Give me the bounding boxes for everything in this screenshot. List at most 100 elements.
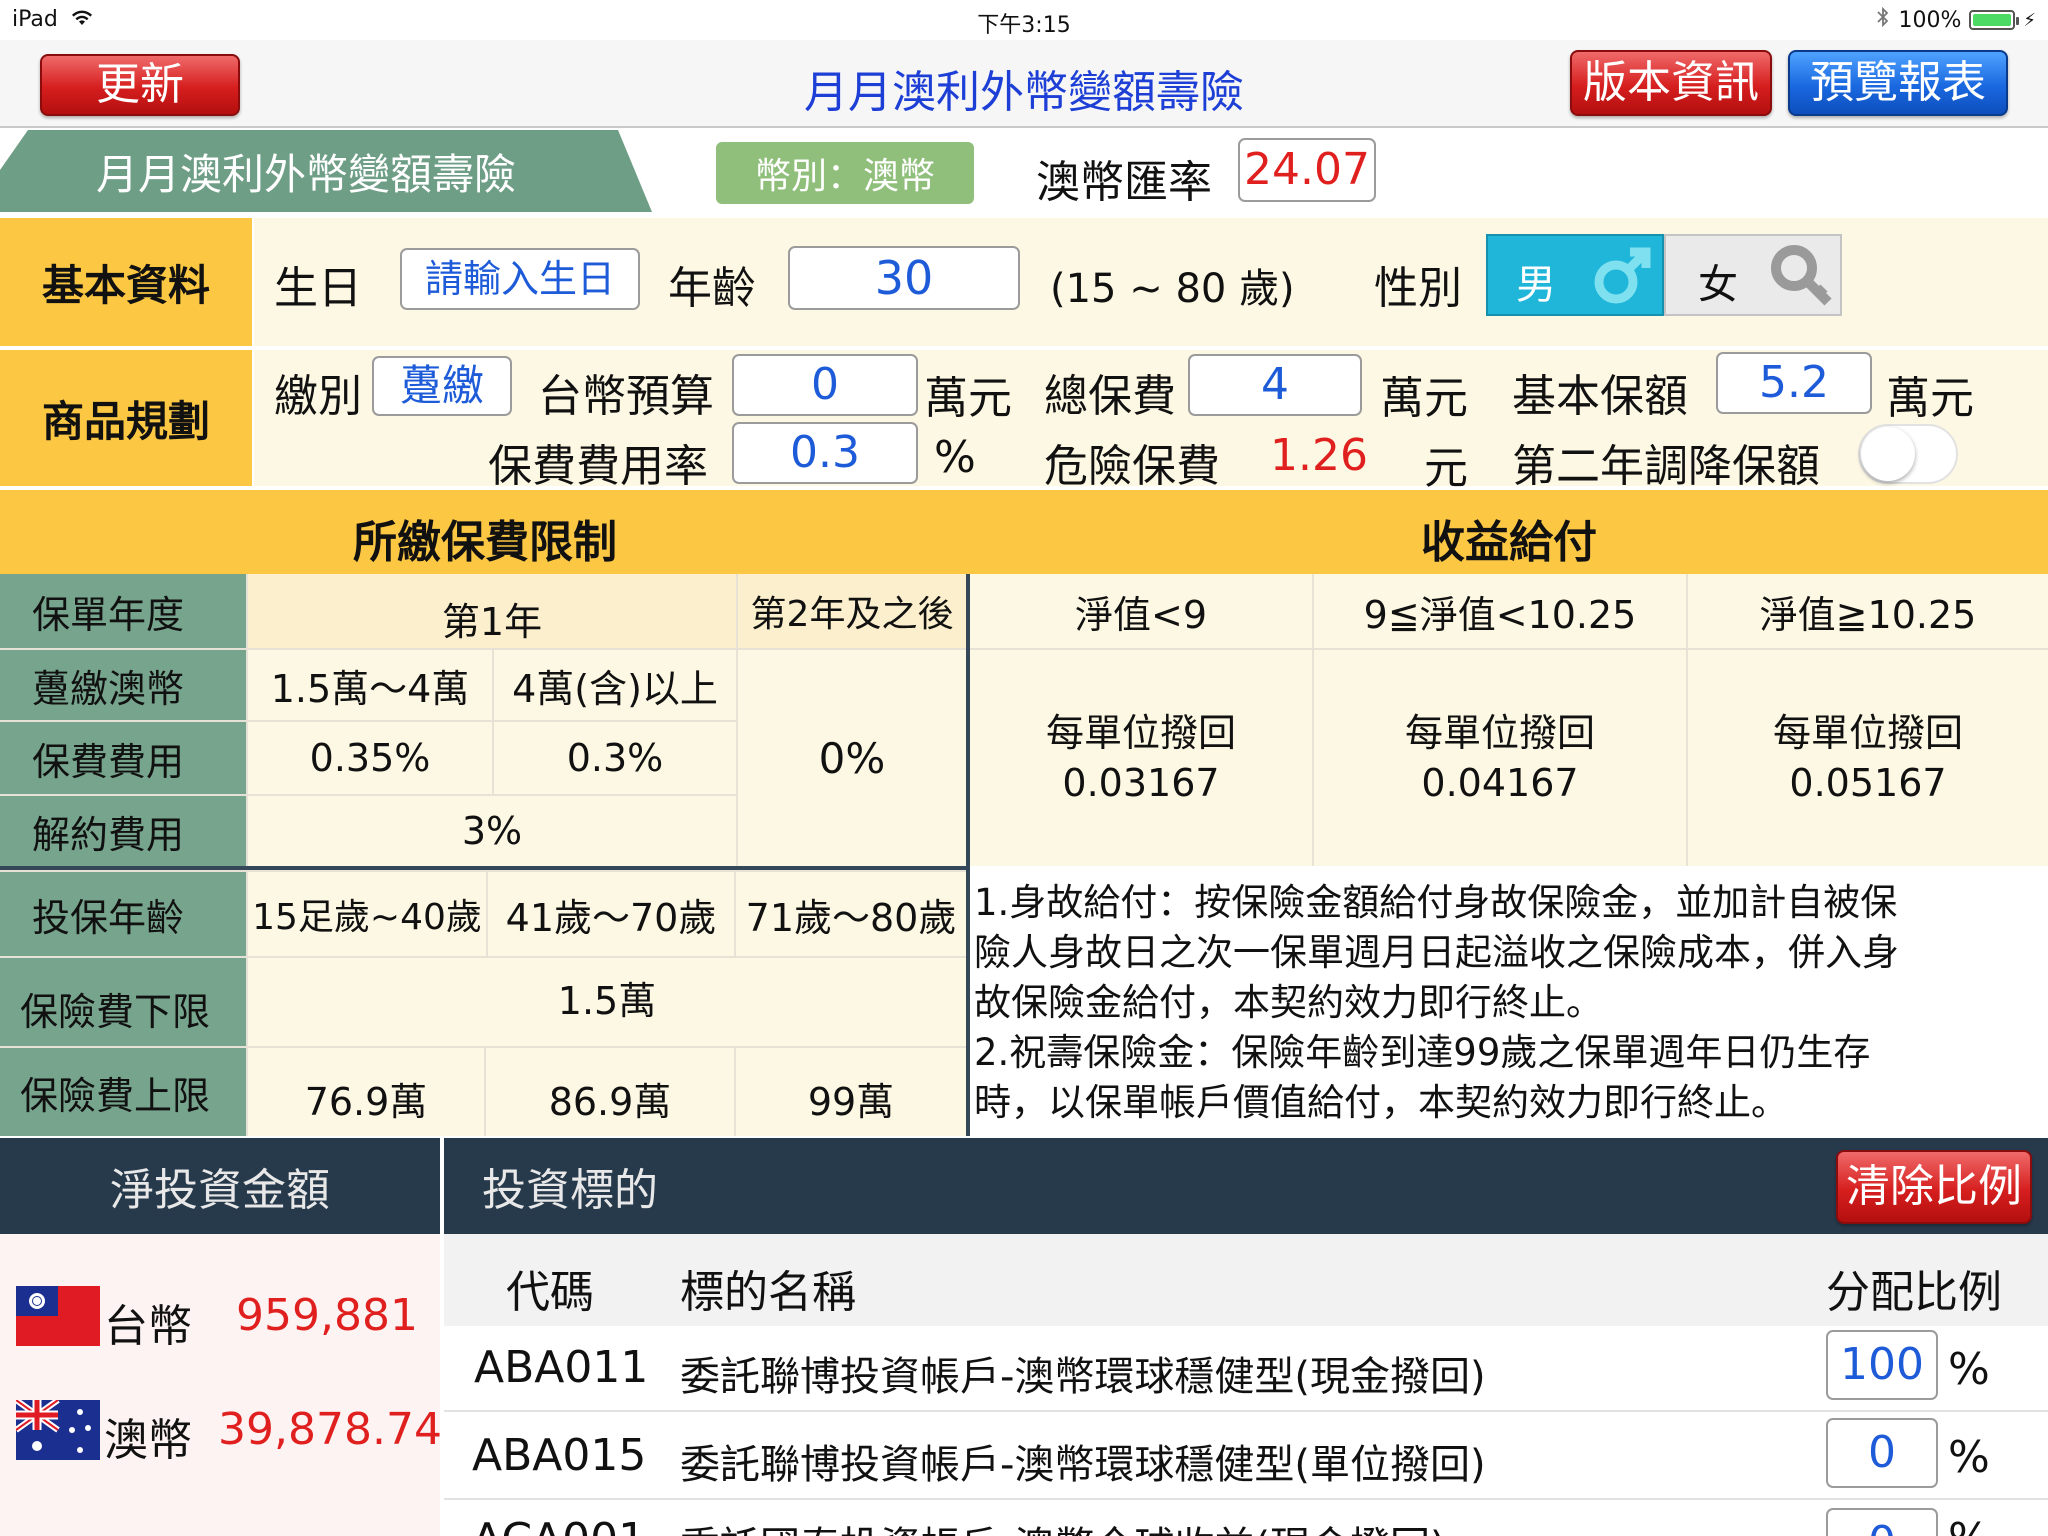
- gender-label: 性別: [1374, 263, 1462, 314]
- status-bar: iPad 下午3:15 100% ⚡: [0, 0, 2048, 40]
- battery-icon: [1969, 10, 2020, 30]
- australia-flag-icon: [14, 1397, 100, 1464]
- fund-code: ACA001: [472, 1514, 646, 1536]
- twd-budget-label: 台幣預算: [538, 371, 714, 422]
- payout-band1-label: 每單位撥回: [1045, 711, 1236, 755]
- fund-code: ABA011: [474, 1342, 649, 1393]
- status-time: 下午3:15: [977, 13, 1071, 38]
- table-row[interactable]: ABA015 委託聯博投資帳戶-澳幣環球穩健型(單位撥回) 0 %: [444, 1414, 2048, 1500]
- risk-premium-label: 危險保費: [1044, 441, 1220, 492]
- risk-premium-value: 1.26: [1270, 430, 1368, 481]
- battery-percent: 100%: [1898, 7, 1962, 33]
- premium-limits-title: 所繳保費限制: [353, 517, 617, 568]
- status-right: 100% ⚡: [1876, 6, 2036, 33]
- premium-max2-cell: 86.9萬: [486, 1048, 734, 1136]
- payout-band1-value: 0.03167: [1062, 761, 1220, 805]
- col-ratio-header: 分配比例: [1826, 1267, 2002, 1318]
- female-symbol-icon: [1766, 240, 1836, 320]
- gender-female-button[interactable]: 女: [1664, 234, 1842, 316]
- product-plan-label: 商品規劃: [0, 350, 252, 486]
- fund-name: 委託國泰投資帳戶-澳幣全球收益(現金撥回): [680, 1514, 1446, 1536]
- surrender-fee-header: 解約費用: [0, 796, 246, 866]
- fund-name: 委託聯博投資帳戶-澳幣環球穩健型(現金撥回): [680, 1354, 1486, 1400]
- gender-male-label: 男: [1516, 262, 1556, 308]
- col-name-header: 標的名稱: [680, 1267, 856, 1318]
- fund-ratio-unit: %: [1948, 1344, 1990, 1395]
- band2-cell: 4萬(含)以上: [494, 650, 736, 720]
- payout-band2-value: 0.04167: [1421, 761, 1579, 805]
- total-premium-unit: 萬元: [1380, 373, 1468, 424]
- investments-header: 投資標的: [444, 1138, 2048, 1234]
- twd-label: 台幣: [104, 1301, 192, 1352]
- net-investment-header: 淨投資金額: [0, 1138, 440, 1234]
- gender-male-button[interactable]: 男: [1486, 234, 1664, 316]
- risk-premium-unit: 元: [1424, 443, 1468, 494]
- fee-rate-field[interactable]: 0.3: [732, 422, 918, 484]
- exchange-rate-field[interactable]: 24.07: [1238, 138, 1376, 202]
- single-pay-aud-header: 躉繳澳幣: [0, 650, 246, 720]
- exchange-rate-label: 澳幣匯率: [1036, 157, 1212, 208]
- fee-rate-percent: %: [934, 432, 976, 483]
- fund-name: 委託聯博投資帳戶-澳幣環球穩健型(單位撥回): [680, 1442, 1486, 1488]
- policy-year-header: 保單年度: [0, 574, 246, 648]
- product-header: 月月澳利外幣變額壽險 幣別：澳幣 澳幣匯率 24.07: [0, 130, 2048, 216]
- payout-band3-cell: 每單位撥回 0.05167: [1688, 650, 2048, 866]
- benefit-note-line: 1.身故給付：按保險金額給付身故保險金，並加計自被保: [974, 881, 1898, 924]
- second-year-reduce-toggle[interactable]: [1858, 424, 1958, 484]
- product-tab: 月月澳利外幣變額壽險: [0, 130, 652, 212]
- pay-type-field[interactable]: 躉繳: [372, 356, 512, 416]
- pay-type-label: 繳別: [274, 371, 362, 422]
- birthday-field[interactable]: 請輸入生日: [400, 248, 640, 310]
- benefit-note-line: 險人身故日之次一保單週月日起溢收之保險成本，併入身: [974, 931, 1899, 974]
- col-code-header: 代碼: [506, 1267, 594, 1318]
- surrender-fee-cell: 3%: [248, 796, 736, 866]
- benefits-title: 收益給付: [1421, 517, 1597, 568]
- second-year-reduce-label: 第二年調降保額: [1512, 441, 1820, 492]
- total-premium-field[interactable]: 4: [1188, 354, 1362, 416]
- fund-code: ABA015: [472, 1430, 647, 1481]
- fund-ratio-unit: %: [1948, 1432, 1990, 1483]
- bluetooth-icon: [1876, 6, 1890, 33]
- premium-fee-header: 保費費用: [0, 722, 246, 794]
- basic-info-label: 基本資料: [0, 218, 252, 346]
- benefit-note-line: 故保險金給付，本契約效力即行終止。: [974, 981, 1603, 1024]
- age-range-hint: (15 ~ 80 歲): [1050, 266, 1295, 312]
- gender-female-label: 女: [1698, 262, 1738, 308]
- navigation-bar: 更新 月月澳利外幣變額壽險 版本資訊 預覽報表: [0, 40, 2048, 128]
- band1-cell: 1.5萬～4萬: [248, 650, 492, 720]
- benefits-notes: 1.身故給付：按保險金額給付身故保險金，並加計自被保 險人身故日之次一保單週月日…: [970, 870, 2048, 1136]
- age-field[interactable]: 30: [788, 246, 1020, 310]
- version-info-button[interactable]: 版本資訊: [1570, 50, 1772, 116]
- fund-ratio-field[interactable]: 0: [1826, 1508, 1938, 1536]
- benefit-note-line: 2.祝壽保險金：保險年齡到達99歲之保單週年日仍生存: [974, 1031, 1871, 1074]
- premium-max3-cell: 99萬: [736, 1048, 966, 1136]
- preview-report-button[interactable]: 預覽報表: [1788, 50, 2008, 116]
- payout-band2-cell: 每單位撥回 0.04167: [1314, 650, 1686, 866]
- aud-value: 39,878.74: [218, 1404, 442, 1455]
- fund-ratio-field[interactable]: 100: [1826, 1330, 1938, 1400]
- table-row[interactable]: ABA011 委託聯博投資帳戶-澳幣環球穩健型(現金撥回) 100 %: [444, 1326, 2048, 1412]
- nav-band1-header: 淨值<9: [970, 574, 1312, 648]
- table-row[interactable]: ACA001 委託國泰投資帳戶-澳幣全球收益(現金撥回) 0 %: [444, 1502, 2048, 1536]
- clear-ratio-button[interactable]: 清除比例: [1836, 1150, 2032, 1224]
- benefit-note-line: 時，以保單帳戶價值給付，本契約效力即行終止。: [974, 1081, 1788, 1124]
- year2plus-header: 第2年及之後: [738, 574, 966, 648]
- fee2-cell: 0.3%: [494, 722, 736, 794]
- payout-band3-value: 0.05167: [1789, 761, 1947, 805]
- twd-budget-field[interactable]: 0: [732, 354, 918, 416]
- total-premium-label: 總保費: [1044, 371, 1176, 422]
- premium-min-cell: 1.5萬: [248, 958, 966, 1046]
- male-symbol-icon: [1590, 244, 1654, 318]
- birthday-label: 生日: [274, 263, 362, 314]
- fee1-cell: 0.35%: [248, 722, 492, 794]
- aud-label: 澳幣: [104, 1415, 192, 1466]
- toggle-knob: [1861, 427, 1915, 481]
- base-amount-field[interactable]: 5.2: [1716, 352, 1872, 414]
- age-band3-cell: 71歲～80歲: [736, 872, 966, 956]
- charging-icon: ⚡: [2023, 9, 2036, 31]
- premium-max1-cell: 76.9萬: [248, 1048, 484, 1136]
- payout-band1-cell: 每單位撥回 0.03167: [970, 650, 1312, 866]
- fund-ratio-field[interactable]: 0: [1826, 1418, 1938, 1488]
- table-divider: [0, 866, 968, 870]
- base-amount-label: 基本保額: [1512, 371, 1688, 422]
